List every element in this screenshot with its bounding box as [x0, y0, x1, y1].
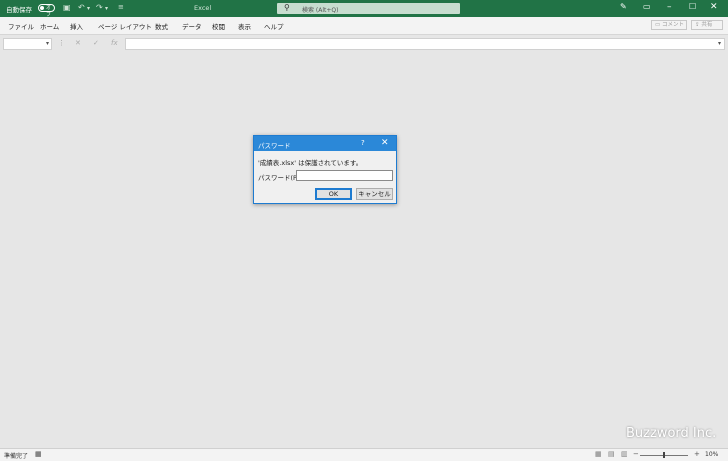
tab-page-layout[interactable]: ページ レイアウト	[98, 21, 152, 31]
protection-message: '成績表.xlsx' は保護されています。	[258, 159, 363, 167]
password-dialog: パスワード ? ✕ '成績表.xlsx' は保護されています。 パスワード(P)…	[253, 135, 397, 204]
undo-icon[interactable]: ↶	[78, 3, 85, 12]
close-icon[interactable]: ✕	[710, 2, 718, 12]
normal-view-icon[interactable]: ▦	[595, 450, 602, 458]
save-icon[interactable]: ▣	[63, 3, 71, 12]
share-button-label: 共有	[701, 22, 713, 28]
tab-insert[interactable]: 挿入	[70, 21, 83, 31]
watermark-logo: Buzzword Inc.	[626, 426, 717, 441]
status-text: 準備完了	[4, 453, 29, 460]
insert-function-icon[interactable]: fx	[111, 39, 118, 47]
name-box[interactable]: ▾	[3, 38, 52, 50]
status-bar: 準備完了 ▦ ▦ ▤ ▥ − + 10%	[0, 448, 728, 461]
autosave-toggle-label: オフ	[46, 5, 52, 18]
cancel-button[interactable]: キャンセル	[356, 188, 393, 200]
redo-dropdown-icon[interactable]: ▾	[105, 5, 108, 12]
zoom-out-icon[interactable]: −	[633, 450, 639, 458]
search-icon: ⚲	[284, 3, 290, 12]
accessibility-icon[interactable]: ▦	[35, 450, 42, 458]
comment-icon: ▭	[655, 22, 661, 28]
dialog-close-icon[interactable]: ✕	[381, 138, 389, 148]
comments-button[interactable]: ▭ コメント	[651, 20, 687, 30]
autosave-label: 自動保存	[6, 6, 32, 14]
share-icon: ⇪	[695, 22, 700, 28]
autosave-toggle[interactable]: オフ	[38, 4, 55, 18]
minimize-icon[interactable]: –	[667, 2, 672, 12]
share-button[interactable]: ⇪ 共有	[691, 20, 723, 30]
zoom-level[interactable]: 10%	[705, 451, 718, 458]
toggle-knob	[40, 6, 44, 10]
customize-quick-access-icon[interactable]: ≡	[118, 3, 124, 11]
zoom-slider-thumb[interactable]	[663, 452, 665, 458]
tab-help[interactable]: ヘルプ	[264, 21, 284, 31]
dialog-title: パスワード	[258, 142, 291, 150]
password-field[interactable]	[296, 170, 393, 181]
maximize-icon[interactable]: ☐	[689, 2, 696, 11]
page-layout-view-icon[interactable]: ▤	[608, 450, 615, 458]
undo-dropdown-icon[interactable]: ▾	[87, 5, 90, 12]
tab-review[interactable]: 校閲	[212, 21, 225, 31]
ok-button[interactable]: OK	[315, 188, 352, 200]
page-break-view-icon[interactable]: ▥	[621, 450, 628, 458]
formula-input[interactable]: ▾	[125, 38, 725, 50]
pen-icon[interactable]: ✎	[620, 2, 627, 11]
search-placeholder: 検索 (Alt+Q)	[302, 7, 339, 14]
comments-button-label: コメント	[661, 22, 684, 28]
title-bar: 自動保存 オフ ▣ ↶ ▾ ↷ ▾ ≡ Excel ⚲ 検索 (Alt+Q) ✎…	[0, 0, 728, 18]
tab-file[interactable]: ファイル	[8, 21, 34, 31]
formula-bar-grip-icon: ⋮	[58, 39, 65, 47]
zoom-in-icon[interactable]: +	[694, 450, 700, 458]
enter-entry-icon[interactable]: ✓	[93, 39, 99, 47]
name-box-dropdown-icon[interactable]: ▾	[46, 40, 49, 47]
redo-icon[interactable]: ↷	[96, 3, 103, 12]
help-icon[interactable]: ?	[361, 139, 365, 147]
tab-data[interactable]: データ	[182, 21, 202, 31]
ribbon-tabs: ファイル ホーム 挿入 ページ レイアウト 数式 データ 校閲 表示 ヘルプ ▭…	[0, 17, 728, 35]
app-title: Excel	[194, 4, 212, 12]
search-box[interactable]: ⚲ 検索 (Alt+Q)	[277, 3, 460, 14]
tab-view[interactable]: 表示	[238, 21, 251, 31]
ribbon-display-options-icon[interactable]: ▭	[643, 2, 651, 11]
cancel-entry-icon[interactable]: ✕	[75, 39, 81, 47]
dialog-title-bar[interactable]: パスワード ? ✕	[254, 136, 396, 151]
tab-home[interactable]: ホーム	[40, 21, 59, 31]
expand-formula-bar-icon[interactable]: ▾	[718, 40, 721, 47]
tab-formulas[interactable]: 数式	[155, 21, 168, 31]
